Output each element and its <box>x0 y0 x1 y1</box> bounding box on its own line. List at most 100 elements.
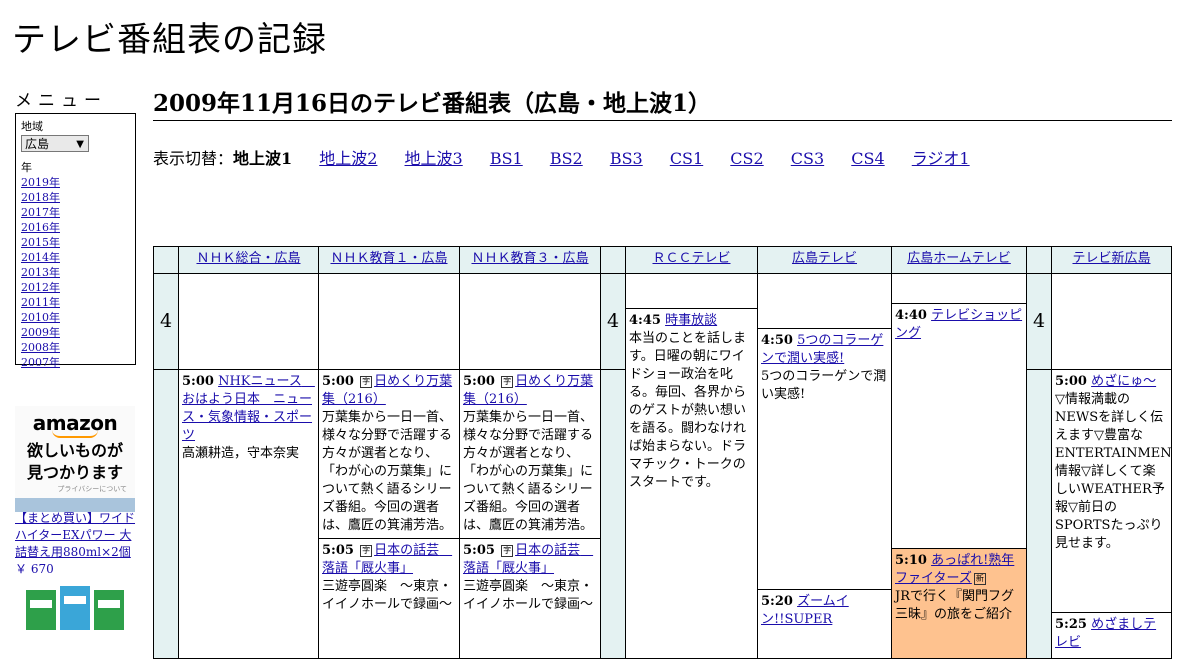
switcher-label: 表示切替： <box>153 149 234 168</box>
program-cell: 5:00 めざにゅ～ ▽情報満載のNEWSを詳しく伝えます▽豊富なENTERTA… <box>1051 369 1172 613</box>
program-desc: 高瀬耕造，守本奈実 <box>182 446 300 461</box>
program-cell: 4:45 時事放談 本当のことを話します。日曜の朝にワイドショー政治を叱る。毎回… <box>625 308 758 659</box>
ad-privacy-link[interactable]: プライバシーについて <box>15 484 135 494</box>
year-label: 年 <box>21 161 32 174</box>
switch-link-radio1[interactable]: ラジオ1 <box>912 149 970 168</box>
channel-header: ＮＨＫ教育３・広島 <box>459 246 601 274</box>
hour-cell <box>153 369 179 659</box>
hour-header-cell <box>600 246 626 274</box>
amazon-ad-banner[interactable]: amazon 欲しいものが 見つかります プライバシーについて <box>15 406 135 512</box>
empty-slot <box>459 273 601 370</box>
program-desc: 三遊亭圓楽 ～東京・イイノホールで録画～ <box>463 579 594 612</box>
hour-cell: 4 <box>1026 273 1052 370</box>
program-time: 5:10 <box>895 553 927 568</box>
switch-link-chijoha3[interactable]: 地上波3 <box>405 149 463 168</box>
hour-cell: 4 <box>600 273 626 370</box>
year-link-2011[interactable]: 2011年 <box>21 295 130 310</box>
program-time: 5:00 <box>463 374 495 389</box>
year-link-2019[interactable]: 2019年 <box>21 175 130 190</box>
year-link-2014[interactable]: 2014年 <box>21 250 130 265</box>
data-broadcast-icon: 字 <box>501 545 514 557</box>
channel-link-htv[interactable]: 広島テレビ <box>792 251 857 266</box>
switcher-current: 地上波1 <box>233 149 293 168</box>
program-desc: JRで行く『関門フグ三昧』の旅をご紹介 <box>895 589 1014 622</box>
program-cell: 5:00 字日めくり万葉集（216） 万葉集から一日一首、様々な分野で活躍する方… <box>318 369 460 539</box>
channel-switcher: 表示切替：地上波1 地上波2 地上波3 BS1 BS2 BS3 CS1 CS2 … <box>153 145 1172 169</box>
program-cell: 4:50 5つのコラーゲンで潤い実感! 5つのコラーゲンで潤い実感! <box>757 328 892 590</box>
empty-slot <box>757 273 892 329</box>
year-link-2015[interactable]: 2015年 <box>21 235 130 250</box>
program-desc: 万葉集から一日一首、様々な分野で活躍する方々が選者となり、「わが心の万葉集」につ… <box>322 410 453 533</box>
switch-link-cs4[interactable]: CS4 <box>851 149 884 168</box>
ad-price: ￥ 670 <box>15 562 54 576</box>
region-select-value: 広島 <box>25 137 50 151</box>
year-link-2007[interactable]: 2007年 <box>21 355 130 370</box>
channel-link-nhk-sogo[interactable]: ＮＨＫ総合・広島 <box>196 251 300 266</box>
program-desc: 万葉集から一日一首、様々な分野で活躍する方々が選者となり、「わが心の万葉集」につ… <box>463 410 594 533</box>
channel-header: 広島テレビ <box>757 246 892 274</box>
menu-heading: メニュー <box>15 91 107 111</box>
channel-header: 広島ホームテレビ <box>891 246 1027 274</box>
year-link-2013[interactable]: 2013年 <box>21 265 130 280</box>
ad-product-link[interactable]: 【まとめ買い】ワイドハイターEXパワー 大詰替え用880ml×2個 <box>15 511 135 559</box>
menu-box: 地域 広島 ▼ 年 2019年 2018年 2017年 2016年 2015年 … <box>15 113 136 369</box>
empty-slot <box>1051 273 1172 370</box>
new-program-icon: 新 <box>973 573 986 585</box>
program-cell: 5:00 NHKニュース おはよう日本 ニュース・気象情報・スポーツ 高瀬耕造，… <box>178 369 319 659</box>
switch-link-bs2[interactable]: BS2 <box>550 149 583 168</box>
program-time: 4:40 <box>895 308 927 323</box>
channel-link-nhk-etv3[interactable]: ＮＨＫ教育３・広島 <box>471 251 588 266</box>
program-time: 5:00 <box>1055 374 1087 389</box>
data-broadcast-icon: 字 <box>360 376 373 388</box>
empty-slot <box>178 273 319 370</box>
year-link-2016[interactable]: 2016年 <box>21 220 130 235</box>
program-cell: 5:05 字日本の話芸 落語「厩火事」 三遊亭圓楽 ～東京・イイノホールで録画～ <box>318 538 460 659</box>
channel-header: ＮＨＫ教育１・広島 <box>318 246 460 274</box>
program-time: 5:20 <box>761 594 793 609</box>
program-grid: ＮＨＫ総合・広島 ＮＨＫ教育１・広島 ＮＨＫ教育３・広島 ＲＣＣテレビ 広島テレ… <box>153 246 1172 659</box>
program-time: 5:00 <box>322 374 354 389</box>
switch-link-chijoha2[interactable]: 地上波2 <box>319 149 377 168</box>
page-title: 2009年11月16日のテレビ番組表（広島・地上波1） <box>153 84 1172 121</box>
channel-link-tss[interactable]: テレビ新広島 <box>1072 251 1150 266</box>
year-link-2017[interactable]: 2017年 <box>21 205 130 220</box>
region-label: 地域 <box>21 120 43 133</box>
year-link-2010[interactable]: 2010年 <box>21 310 130 325</box>
program-desc: 本当のことを話します。日曜の朝にワイドショー政治を叱る。毎回、各界からのゲストが… <box>629 331 747 490</box>
sidebar: メニュー 地域 広島 ▼ 年 2019年 2018年 2017年 2016年 2… <box>15 86 136 369</box>
switch-link-bs3[interactable]: BS3 <box>610 149 643 168</box>
program-cell: 5:05 字日本の話芸 落語「厩火事」 三遊亭圓楽 ～東京・イイノホールで録画～ <box>459 538 601 659</box>
year-link-2008[interactable]: 2008年 <box>21 340 130 355</box>
year-link-2018[interactable]: 2018年 <box>21 190 130 205</box>
program-cell: 4:40 テレビショッピング <box>891 303 1027 549</box>
program-time: 4:45 <box>629 313 661 328</box>
empty-slot <box>318 273 460 370</box>
year-link-2009[interactable]: 2009年 <box>21 325 130 340</box>
site-title: テレビ番組表の記録 <box>12 20 327 60</box>
ad-product: 【まとめ買い】ワイドハイターEXパワー 大詰替え用880ml×2個 ￥ 670 <box>15 510 137 578</box>
main-content: 2009年11月16日のテレビ番組表（広島・地上波1） 表示切替：地上波1 地上… <box>153 84 1172 169</box>
program-title-link[interactable]: 時事放談 <box>665 313 717 328</box>
hour-cell: 4 <box>153 273 179 370</box>
empty-slot <box>625 273 758 309</box>
switch-link-bs1[interactable]: BS1 <box>490 149 523 168</box>
year-link-2012[interactable]: 2012年 <box>21 280 130 295</box>
switch-link-cs1[interactable]: CS1 <box>670 149 703 168</box>
program-cell: 5:10 あっぱれ!熟年ファイターズ新 JRで行く『関門フグ三昧』の旅をご紹介 <box>891 548 1027 659</box>
channel-header: ＲＣＣテレビ <box>625 246 758 274</box>
program-desc: 三遊亭圓楽 ～東京・イイノホールで録画～ <box>322 579 453 612</box>
channel-link-rcc[interactable]: ＲＣＣテレビ <box>652 251 730 266</box>
switch-link-cs3[interactable]: CS3 <box>791 149 824 168</box>
product-image[interactable] <box>24 586 128 630</box>
dropdown-arrow-icon: ▼ <box>76 139 84 150</box>
program-desc: ▽情報満載のNEWSを詳しく伝えます▽豊富なENTERTAINMENT情報▽詳し… <box>1055 392 1172 551</box>
program-title-link[interactable]: めざにゅ～ <box>1091 374 1156 389</box>
program-time: 4:50 <box>761 333 793 348</box>
empty-slot <box>891 273 1027 304</box>
program-cell: 5:25 めざましテレビ <box>1051 612 1172 659</box>
channel-link-nhk-etv1[interactable]: ＮＨＫ教育１・広島 <box>330 251 447 266</box>
switch-link-cs2[interactable]: CS2 <box>730 149 763 168</box>
channel-link-home-tv[interactable]: 広島ホームテレビ <box>907 251 1011 266</box>
region-select[interactable]: 広島 ▼ <box>21 135 89 152</box>
channel-header: テレビ新広島 <box>1051 246 1172 274</box>
